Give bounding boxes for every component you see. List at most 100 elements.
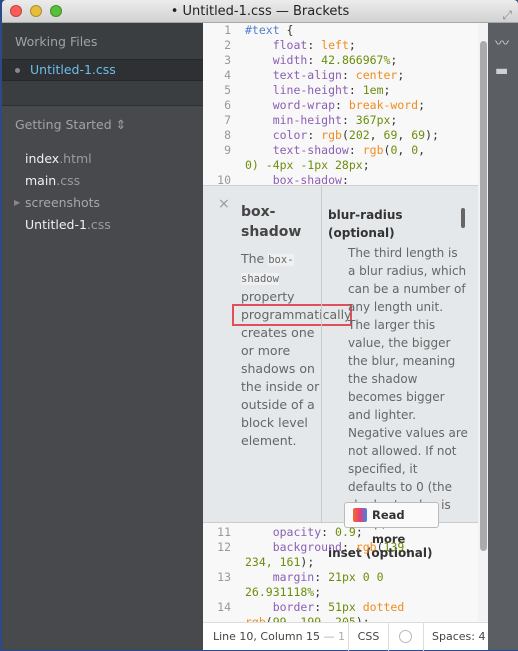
code-token: break-word — [348, 98, 419, 112]
code-token: , — [397, 143, 412, 157]
editor-scrollbar[interactable] — [478, 23, 488, 622]
code-token: ); — [425, 128, 439, 142]
docs-summary: box-shadow The box-shadow property progra… — [232, 202, 352, 450]
code-token: 51px — [328, 600, 363, 614]
code-token: ( — [376, 540, 384, 554]
code-token: ; — [390, 53, 398, 67]
code-token: 0) -4px -1px 28px — [245, 158, 363, 172]
code-token: 139 — [383, 540, 405, 554]
title-bar: • Untitled-1.css — Brackets ⤢ — [2, 0, 518, 23]
code-line[interactable]: rgb(99, 199, 205); — [203, 615, 411, 622]
linter-status[interactable] — [388, 623, 423, 651]
line-number: 6 — [224, 98, 231, 112]
code-token: : — [307, 38, 322, 52]
code-line[interactable]: 3 width: 42.866967%; — [203, 53, 478, 68]
window-title: • Untitled-1.css — Brackets — [170, 4, 350, 19]
code-lines-bottom[interactable]: 11 opacity: 0.9; 12 background: rgb(139, 2… — [203, 525, 411, 622]
code-token: , — [418, 143, 426, 157]
code-line[interactable]: 13 margin: 21px 0 0 — [203, 570, 411, 585]
live-preview-icon[interactable]: 〰 — [495, 33, 509, 53]
tree-item-index-html[interactable]: index.html — [2, 148, 205, 170]
right-toolbar: 〰 ▬ — [488, 23, 518, 650]
language-select[interactable]: CSS — [348, 623, 388, 651]
code-line[interactable]: 0) -4px -1px 28px; — [203, 158, 478, 173]
line-number: 14 — [217, 600, 231, 614]
code-token: : — [307, 128, 322, 142]
code-line[interactable]: 14 border: 51px dotted — [203, 600, 411, 615]
code-token: opacity — [245, 525, 322, 539]
code-token: 69 — [411, 128, 426, 142]
close-docs-icon[interactable]: × — [218, 196, 230, 212]
line-number: 5 — [224, 83, 231, 97]
code-token: ; — [355, 525, 363, 539]
code-line[interactable]: 26.931118%; — [203, 585, 411, 600]
code-token: min-height — [245, 113, 342, 127]
code-line[interactable]: 5 line-height: 1em; — [203, 83, 478, 98]
code-token: ; — [362, 158, 370, 172]
working-file-item[interactable]: Untitled-1.css — [2, 59, 214, 81]
line-number: 11 — [217, 525, 231, 539]
docs-scrollbar[interactable] — [461, 208, 465, 228]
code-line[interactable]: 4 text-align: center; — [203, 68, 478, 83]
code-editor[interactable]: 1 #text {2 float: left; 3 width: 42.866967… — [203, 23, 478, 622]
code-line[interactable]: 7 min-height: 367px; — [203, 113, 478, 128]
code-token: 42.866967% — [321, 53, 391, 67]
code-token: dotted — [362, 600, 405, 614]
working-files-section: Working Files Untitled-1.css — [2, 23, 214, 106]
code-token: 69 — [383, 128, 398, 142]
linter-circle-icon — [399, 630, 412, 643]
disclosure-triangle-icon[interactable]: ▶ — [14, 192, 20, 214]
code-token: text-align — [245, 68, 342, 82]
code-token: ); — [300, 555, 315, 569]
code-token: border — [245, 600, 315, 614]
code-token: : — [341, 113, 356, 127]
code-line[interactable]: 2 float: left; — [203, 38, 478, 53]
code-token: 21px 0 0 — [328, 570, 384, 584]
code-token: text-shadow — [245, 143, 349, 157]
extension-manager-icon[interactable]: ▬ — [495, 63, 508, 79]
tree-item-untitled-css[interactable]: Untitled-1.css — [2, 214, 205, 236]
param-title: blur-radius (optional) — [328, 208, 403, 240]
code-line[interactable]: 8 color: rgb(202, 69, 69); — [203, 128, 478, 143]
line-number: 8 — [224, 128, 231, 142]
working-file-name: Untitled-1.css — [30, 62, 116, 77]
line-number: 1 — [224, 23, 231, 37]
code-token: ; — [397, 68, 405, 82]
close-window-button[interactable] — [10, 5, 22, 17]
code-token: 367px — [355, 113, 391, 127]
code-token: rgb — [321, 128, 342, 142]
code-line[interactable]: 234, 161); — [203, 555, 411, 570]
cursor-position: Line 10, Column 15 — 1 — [213, 630, 346, 643]
tree-folder-screenshots[interactable]: ▶ screenshots — [2, 192, 205, 214]
code-token: ); — [355, 615, 370, 622]
code-token: left — [321, 38, 349, 52]
code-token: 202 — [348, 128, 370, 142]
line-number: 2 — [224, 38, 231, 52]
docs-intro: The box-shadow property programmatically c… — [232, 250, 352, 450]
code-token: : — [314, 600, 329, 614]
code-token: : — [341, 68, 356, 82]
code-token: word-wrap — [245, 98, 336, 112]
code-token: ; — [390, 113, 398, 127]
code-line[interactable]: 9 text-shadow: rgb(0, 0, — [203, 143, 478, 158]
code-token: center — [355, 68, 398, 82]
code-token: , — [404, 540, 412, 554]
code-lines-top[interactable]: 1 #text {2 float: left; 3 width: 42.866967… — [203, 23, 478, 188]
code-line[interactable]: 1 #text { — [203, 23, 478, 38]
tree-item-main-css[interactable]: main.css — [2, 170, 205, 192]
line-number: 3 — [224, 53, 231, 67]
minimize-window-button[interactable] — [30, 5, 42, 17]
line-number: 13 — [217, 570, 231, 584]
code-line[interactable]: 11 opacity: 0.9; — [203, 525, 411, 540]
webplatform-logo-icon — [353, 508, 367, 522]
unsaved-dot-icon — [15, 68, 20, 73]
indent-setting[interactable]: Spaces: 4 — [423, 623, 488, 651]
code-token: 234, 161 — [245, 555, 301, 569]
project-dropdown[interactable]: Getting Started ⇕ — [2, 106, 205, 148]
code-line[interactable]: 12 background: rgb(139, — [203, 540, 411, 555]
code-token: float — [245, 38, 308, 52]
scrollbar-thumb[interactable] — [480, 41, 487, 551]
zoom-window-button[interactable] — [50, 5, 62, 17]
code-line[interactable]: 6 word-wrap: break-word; — [203, 98, 478, 113]
line-number: 9 — [224, 143, 231, 157]
